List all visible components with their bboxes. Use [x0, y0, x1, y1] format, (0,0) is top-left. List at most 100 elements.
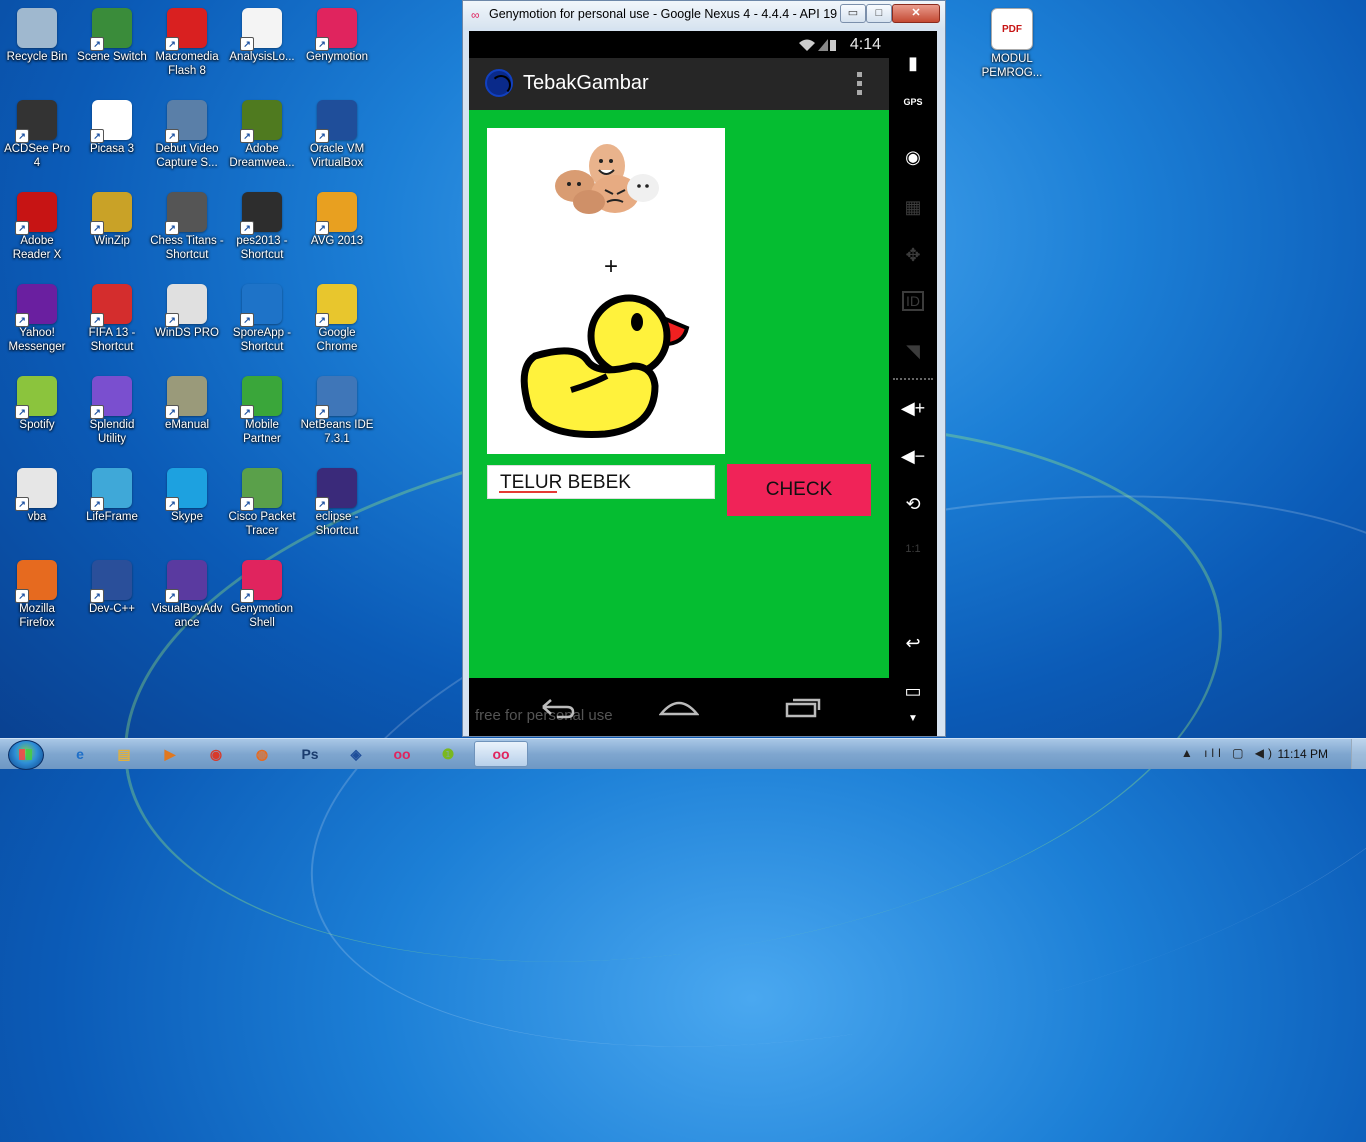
gameboy-icon: ↗: [165, 560, 207, 603]
shortcut-arrow-icon: ↗: [90, 497, 104, 511]
scene-switch-icon: ↗: [90, 8, 132, 51]
plus-sign: +: [604, 253, 618, 280]
desktop-icon[interactable]: ↗ Genymotion: [300, 8, 374, 64]
desktop-icon[interactable]: ↗ Macromedia Flash 8: [150, 8, 224, 78]
desktop-icon[interactable]: ↗ Spotify: [0, 376, 74, 432]
shortcut-arrow-icon: ↗: [240, 405, 254, 419]
winzip-icon: ↗: [90, 192, 132, 235]
shortcut-arrow-icon: ↗: [165, 37, 179, 51]
home-nav-icon[interactable]: [659, 694, 699, 720]
back-icon[interactable]: ↩: [889, 633, 937, 654]
shortcut-arrow-icon: ↗: [165, 221, 179, 235]
desktop-icon[interactable]: ↗ Chess Titans - Shortcut: [150, 192, 224, 262]
minimize-button[interactable]: ▭: [840, 4, 866, 23]
desktop-icon[interactable]: ↗ FIFA 13 - Shortcut: [75, 284, 149, 354]
genymotion-icon[interactable]: oo: [382, 741, 422, 767]
scroll-down-icon[interactable]: ▼: [889, 713, 937, 724]
volume-up-icon[interactable]: ◀+: [889, 398, 937, 419]
desktop-icon[interactable]: Recycle Bin: [0, 8, 74, 64]
desktop-icon-modul-pdf[interactable]: PDF MODUL PEMROG...: [975, 8, 1049, 80]
taskbar-glyph: ◈: [350, 745, 362, 762]
close-button[interactable]: ✕: [892, 4, 940, 23]
desktop-icon[interactable]: ↗ Picasa 3: [75, 100, 149, 156]
media-player-icon[interactable]: ▶: [150, 741, 190, 767]
taskbar: e ▤ ▶ ◉ ◍ Ps ◈ oo ❶ oo ▲ ıll ▢ ◀) 11:14 PM: [0, 738, 1366, 770]
firefox-icon: ↗: [15, 560, 57, 603]
answer-field[interactable]: [498, 467, 702, 499]
desktop-icon[interactable]: ↗ Dev-C++: [75, 560, 149, 616]
desktop-icon[interactable]: ↗ ACDSee Pro 4: [0, 100, 74, 170]
explorer-icon[interactable]: ▤: [104, 741, 144, 767]
shortcut-arrow-icon: ↗: [15, 313, 29, 327]
desktop-icon[interactable]: ↗ Adobe Reader X: [0, 192, 74, 262]
desktop-icon[interactable]: ↗ Splendid Utility: [75, 376, 149, 446]
maximize-button[interactable]: □: [866, 4, 892, 23]
desktop-icon[interactable]: ↗ pes2013 - Shortcut: [225, 192, 299, 262]
ie-icon[interactable]: e: [60, 741, 100, 767]
virtualbox-icon: ↗: [315, 100, 357, 143]
desktop-icon[interactable]: ↗ Debut Video Capture S...: [150, 100, 224, 170]
shortcut-arrow-icon: ↗: [165, 497, 179, 511]
desktop-icon[interactable]: ↗ SporeApp - Shortcut: [225, 284, 299, 354]
photoshop-icon[interactable]: Ps: [290, 741, 330, 767]
back-nav-icon[interactable]: [537, 694, 577, 720]
answer-input-box[interactable]: [487, 465, 715, 499]
android-tool-icon[interactable]: ❶: [428, 741, 468, 767]
desktop-icon[interactable]: ↗ NetBeans IDE 7.3.1: [300, 376, 374, 446]
desktop-icon[interactable]: ↗ VisualBoyAdvance: [150, 560, 224, 630]
desktop-icon[interactable]: ↗ eclipse - Shortcut: [300, 468, 374, 538]
document-icon: ↗: [240, 8, 282, 51]
desktop-icon[interactable]: ↗ eManual: [150, 376, 224, 432]
desktop-icon[interactable]: ↗ Scene Switch: [75, 8, 149, 64]
shortcut-arrow-icon: ↗: [15, 129, 29, 143]
skype-icon: ↗: [165, 468, 207, 511]
taskbar-clock[interactable]: 11:14 PM: [1278, 747, 1328, 761]
desktop-icon[interactable]: ↗ LifeFrame: [75, 468, 149, 524]
rotate-screen-icon[interactable]: ⟲: [889, 494, 937, 515]
desktop-icon[interactable]: ↗ Mobile Partner: [225, 376, 299, 446]
desktop-icon-label: Spotify: [19, 419, 55, 431]
desktop-icon-label: Oracle VM VirtualBox: [309, 143, 365, 169]
shortcut-arrow-icon: ↗: [15, 405, 29, 419]
desktop-icon[interactable]: ↗ Adobe Dreamwea...: [225, 100, 299, 170]
recent-apps-nav-icon[interactable]: [783, 694, 823, 720]
desktop-icon[interactable]: ↗ Skype: [150, 468, 224, 524]
recent-apps-icon[interactable]: ▭: [889, 681, 937, 702]
desktop-icon[interactable]: ↗ AVG 2013: [300, 192, 374, 248]
check-button[interactable]: CHECK: [727, 464, 871, 516]
desktop-icon[interactable]: ↗ Google Chrome: [300, 284, 374, 354]
spellcheck-underline: [499, 491, 557, 493]
desktop-icon-label: Macromedia Flash 8: [155, 51, 219, 77]
desktop-icon-label: pes2013 - Shortcut: [236, 235, 288, 261]
webcam-icon[interactable]: ◉: [889, 147, 937, 168]
overflow-menu-icon[interactable]: [857, 72, 863, 99]
start-button[interactable]: [8, 740, 44, 770]
shortcut-arrow-icon: ↗: [315, 129, 329, 143]
desktop-icon[interactable]: ↗ Genymotion Shell: [225, 560, 299, 630]
desktop-icon[interactable]: ↗ AnalysisLo...: [225, 8, 299, 64]
chrome-icon[interactable]: ◉: [196, 741, 236, 767]
genymotion-player-icon[interactable]: oo: [474, 741, 528, 767]
system-tray-icons[interactable]: ▲ ıll ▢ ◀): [1181, 746, 1276, 760]
desktop-icon[interactable]: ↗ WinDS PRO: [150, 284, 224, 340]
desktop-icon[interactable]: ↗ Yahoo! Messenger: [0, 284, 74, 354]
desktop-icon-label: SporeApp - Shortcut: [232, 327, 292, 353]
firefox-icon[interactable]: ◍: [242, 741, 282, 767]
desktop-icon[interactable]: ↗ Mozilla Firefox: [0, 560, 74, 630]
gps-icon[interactable]: GPS: [889, 97, 937, 107]
window-title-bar[interactable]: ∞ Genymotion for personal use - Google N…: [463, 1, 945, 28]
battery-icon[interactable]: ▮: [889, 53, 937, 74]
desktop-icon[interactable]: ↗ vba: [0, 468, 74, 524]
eclipse-icon: ↗: [315, 468, 357, 511]
desktop-icon[interactable]: ↗ WinZip: [75, 192, 149, 248]
virtualbox-icon[interactable]: ◈: [336, 741, 376, 767]
desktop-icon[interactable]: ↗ Oracle VM VirtualBox: [300, 100, 374, 170]
taskbar-glyph: ▶: [164, 745, 176, 762]
remote-control-icon: ✥: [905, 245, 921, 265]
chrome-icon: ↗: [315, 284, 357, 327]
show-desktop-button[interactable]: [1351, 739, 1366, 769]
eggs-image: [555, 144, 659, 214]
volume-down-icon[interactable]: ◀−: [889, 446, 937, 467]
shortcut-arrow-icon: ↗: [15, 497, 29, 511]
desktop-icon[interactable]: ↗ Cisco Packet Tracer: [225, 468, 299, 538]
